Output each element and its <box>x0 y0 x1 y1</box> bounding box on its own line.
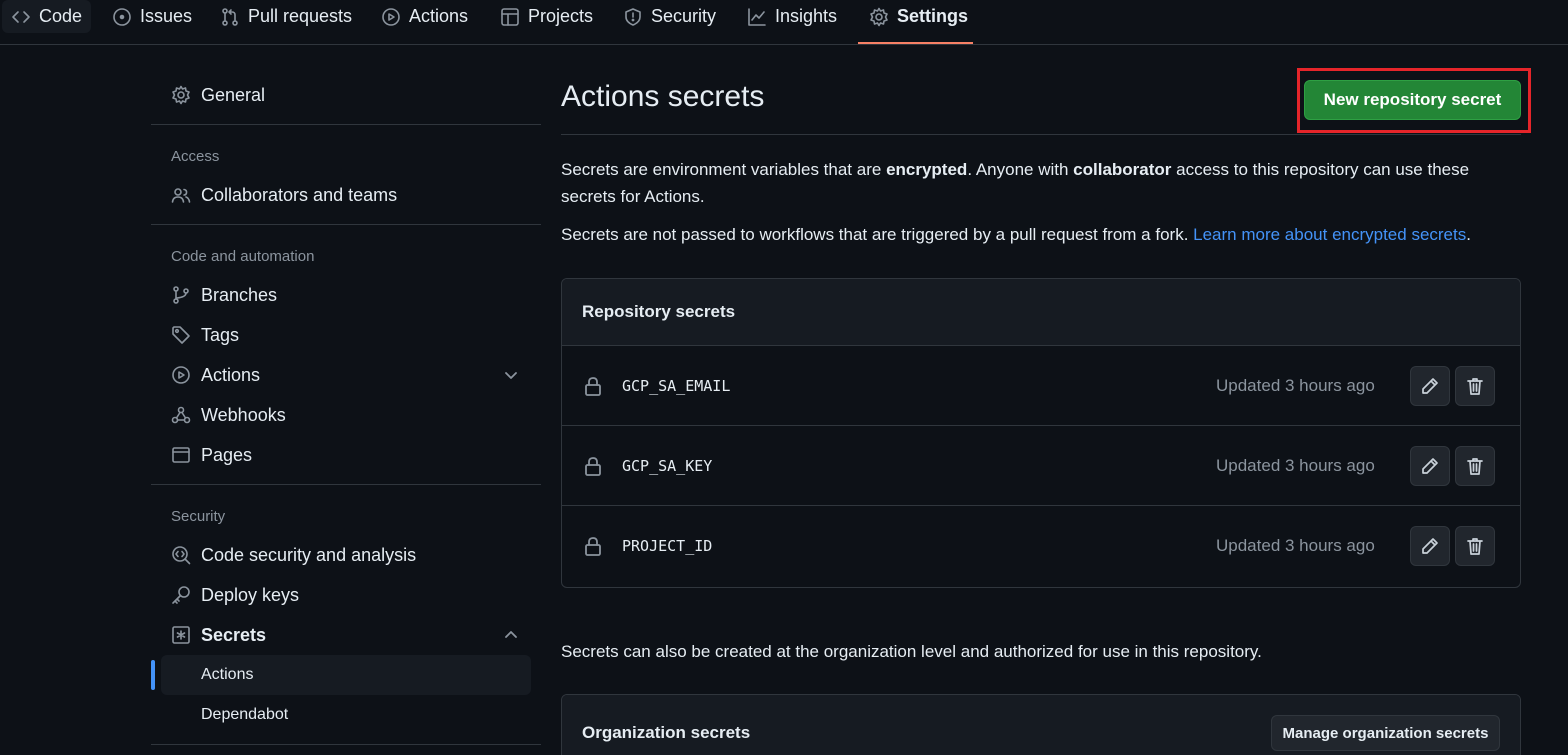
repository-secrets-heading: Repository secrets <box>562 279 1520 346</box>
code-icon <box>12 10 30 23</box>
sidebar-item-secrets[interactable]: Secrets <box>171 617 266 653</box>
tag-icon <box>172 326 190 344</box>
fork-note: Secrets are not passed to workflows that… <box>561 225 1471 244</box>
trash-icon <box>1467 458 1483 475</box>
webhook-icon <box>171 406 191 424</box>
tab-insights[interactable]: Insights <box>738 0 846 33</box>
table-row: GCP_SA_EMAIL Updated 3 hours ago <box>562 346 1520 426</box>
branch-icon <box>173 286 189 304</box>
codescan-icon <box>172 546 191 565</box>
tab-actions[interactable]: Actions <box>372 0 477 33</box>
sidebar-item-collaborators[interactable]: Collaborators and teams <box>171 177 397 213</box>
section-heading-access: Access <box>171 148 220 165</box>
tab-security[interactable]: Security <box>614 0 725 33</box>
lock-icon <box>585 457 601 476</box>
table-row: PROJECT_ID Updated 3 hours ago <box>562 506 1520 587</box>
table-icon <box>501 7 519 26</box>
learn-more-link[interactable]: Learn more about encrypted secrets <box>1193 225 1466 244</box>
lock-icon <box>585 377 601 396</box>
edit-secret-button[interactable] <box>1410 446 1450 486</box>
secret-updated: Updated 3 hours ago <box>1216 456 1375 475</box>
shield-icon <box>625 7 641 26</box>
delete-secret-button[interactable] <box>1455 526 1495 566</box>
tab-issues[interactable]: Issues <box>103 0 201 33</box>
organization-secrets-box: Organization secrets Manage organization… <box>561 694 1521 755</box>
chevron-down-icon[interactable] <box>502 366 520 384</box>
tab-pull-requests[interactable]: Pull requests <box>211 0 361 33</box>
repo-nav: Code Issues Pull requests Actions Projec… <box>0 0 1568 45</box>
secret-name: GCP_SA_KEY <box>622 457 713 475</box>
organization-secrets-header: Organization secrets Manage organization… <box>562 695 1520 755</box>
trash-icon <box>1467 378 1483 395</box>
section-heading-code-automation: Code and automation <box>171 248 315 265</box>
sidebar-item-pages[interactable]: Pages <box>171 437 252 473</box>
sidebar-item-webhooks[interactable]: Webhooks <box>171 397 286 433</box>
organization-secrets-heading: Organization secrets <box>582 722 751 742</box>
sidebar-item-code-security[interactable]: Code security and analysis <box>171 537 416 573</box>
tab-code[interactable]: Code <box>2 0 92 33</box>
edit-secret-button[interactable] <box>1410 366 1450 406</box>
issue-circle-icon <box>113 7 131 26</box>
browser-icon <box>172 447 190 463</box>
divider <box>151 224 541 225</box>
delete-secret-button[interactable] <box>1455 446 1495 486</box>
chevron-up-icon[interactable] <box>502 626 520 644</box>
page-title: Actions secrets <box>561 80 765 113</box>
graph-icon <box>748 7 766 26</box>
active-tab-underline <box>858 42 973 44</box>
secret-updated: Updated 3 hours ago <box>1216 376 1375 395</box>
pencil-icon <box>1422 458 1438 474</box>
play-circle-icon <box>172 366 190 384</box>
pencil-icon <box>1422 538 1438 554</box>
sidebar-subitem-dependabot[interactable]: Dependabot <box>161 695 531 735</box>
org-note: Secrets can also be created at the organ… <box>561 642 1262 661</box>
sidebar-item-tags[interactable]: Tags <box>171 317 239 353</box>
secret-name: PROJECT_ID <box>622 537 713 555</box>
divider <box>561 134 1521 135</box>
secret-name: GCP_SA_EMAIL <box>622 377 731 395</box>
gear-icon <box>172 85 190 105</box>
repository-secrets-box: Repository secrets GCP_SA_EMAIL Updated … <box>561 278 1521 588</box>
table-row: GCP_SA_KEY Updated 3 hours ago <box>562 426 1520 506</box>
divider <box>151 124 541 125</box>
trash-icon <box>1467 538 1483 555</box>
pull-request-icon <box>222 7 238 26</box>
asterisk-box-icon <box>172 626 190 644</box>
sidebar-item-deploy-keys[interactable]: Deploy keys <box>171 577 299 613</box>
delete-secret-button[interactable] <box>1455 366 1495 406</box>
divider <box>151 484 541 485</box>
intro-text: Secrets are environment variables that a… <box>561 160 1470 206</box>
new-repository-secret-button[interactable]: New repository secret <box>1304 80 1521 120</box>
selected-indicator <box>151 660 155 690</box>
sidebar-item-branches[interactable]: Branches <box>171 277 277 313</box>
play-circle-icon <box>382 7 400 26</box>
people-icon <box>171 188 191 203</box>
pencil-icon <box>1422 378 1438 394</box>
sidebar-subitem-actions[interactable]: Actions <box>161 655 531 695</box>
tab-settings[interactable]: Settings <box>860 0 977 33</box>
edit-secret-button[interactable] <box>1410 526 1450 566</box>
key-icon <box>172 586 190 604</box>
manage-organization-secrets-button[interactable]: Manage organization secrets <box>1271 715 1500 751</box>
divider <box>151 744 541 745</box>
gear-icon <box>870 7 888 26</box>
sidebar-item-actions[interactable]: Actions <box>171 357 260 393</box>
section-heading-security: Security <box>171 508 226 525</box>
lock-icon <box>585 537 601 556</box>
secret-updated: Updated 3 hours ago <box>1216 536 1375 555</box>
sidebar-item-general[interactable]: General <box>171 77 265 113</box>
tab-projects[interactable]: Projects <box>491 0 602 33</box>
